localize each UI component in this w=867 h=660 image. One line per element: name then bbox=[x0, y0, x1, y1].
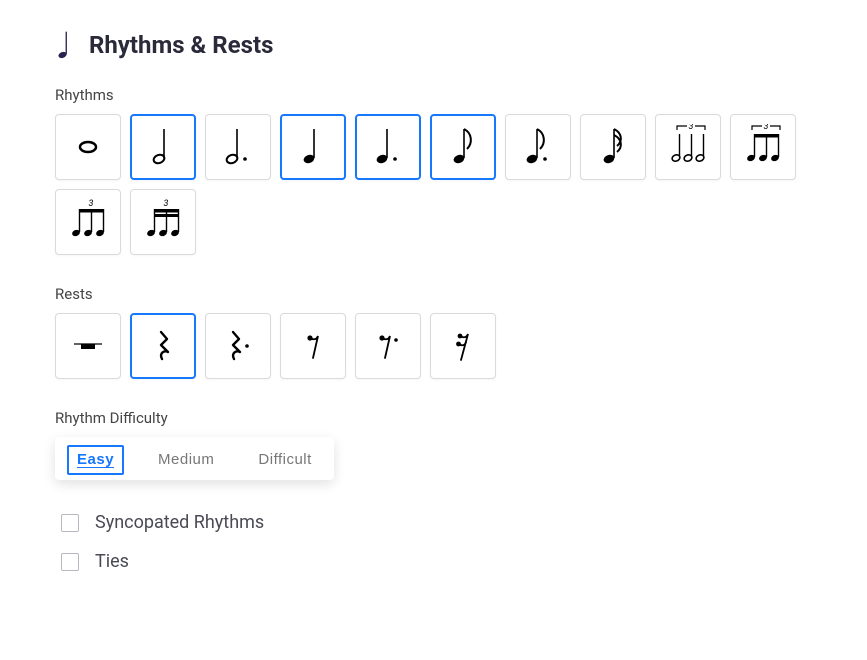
tile-eighth-note[interactable] bbox=[430, 114, 496, 180]
quarter-note-icon bbox=[55, 30, 75, 60]
tile-half-note[interactable] bbox=[130, 114, 196, 180]
tile-whole-rest[interactable] bbox=[55, 313, 121, 379]
section-header: Rhythms & Rests bbox=[55, 30, 812, 60]
difficulty-difficult[interactable]: Difficult bbox=[236, 437, 333, 480]
tile-dotted-eighth-note[interactable] bbox=[505, 114, 571, 180]
tile-dotted-quarter-note[interactable] bbox=[355, 114, 421, 180]
difficulty-selector: Easy Medium Difficult bbox=[55, 437, 334, 480]
tile-dotted-half-note[interactable] bbox=[205, 114, 271, 180]
difficulty-easy[interactable]: Easy bbox=[55, 437, 136, 480]
tile-dotted-quarter-rest[interactable] bbox=[205, 313, 271, 379]
tile-dotted-eighth-rest[interactable] bbox=[355, 313, 421, 379]
syncopated-row: Syncopated Rhythms bbox=[55, 512, 812, 533]
tile-sixteenth-note[interactable] bbox=[580, 114, 646, 180]
tile-eighth-rest[interactable] bbox=[280, 313, 346, 379]
rests-row bbox=[55, 313, 812, 379]
rests-label: Rests bbox=[55, 285, 812, 303]
tile-quarter-note[interactable] bbox=[280, 114, 346, 180]
tile-sixteenth-triplet-beamed[interactable] bbox=[130, 189, 196, 255]
page-title: Rhythms & Rests bbox=[89, 31, 273, 59]
tile-quarter-rest[interactable] bbox=[130, 313, 196, 379]
ties-checkbox[interactable] bbox=[61, 553, 79, 571]
rhythms-label: Rhythms bbox=[55, 86, 812, 104]
tile-eighth-triplet-beamed[interactable] bbox=[55, 189, 121, 255]
tile-sixteenth-rest[interactable] bbox=[430, 313, 496, 379]
ties-label: Ties bbox=[95, 551, 129, 572]
difficulty-label: Rhythm Difficulty bbox=[55, 409, 812, 427]
tile-quarter-triplet[interactable] bbox=[730, 114, 796, 180]
syncopated-label: Syncopated Rhythms bbox=[95, 512, 264, 533]
rhythms-row bbox=[55, 114, 812, 255]
tile-eighth-triplet[interactable] bbox=[655, 114, 721, 180]
ties-row: Ties bbox=[55, 551, 812, 572]
tile-whole-note[interactable] bbox=[55, 114, 121, 180]
syncopated-checkbox[interactable] bbox=[61, 514, 79, 532]
difficulty-medium[interactable]: Medium bbox=[136, 437, 236, 480]
